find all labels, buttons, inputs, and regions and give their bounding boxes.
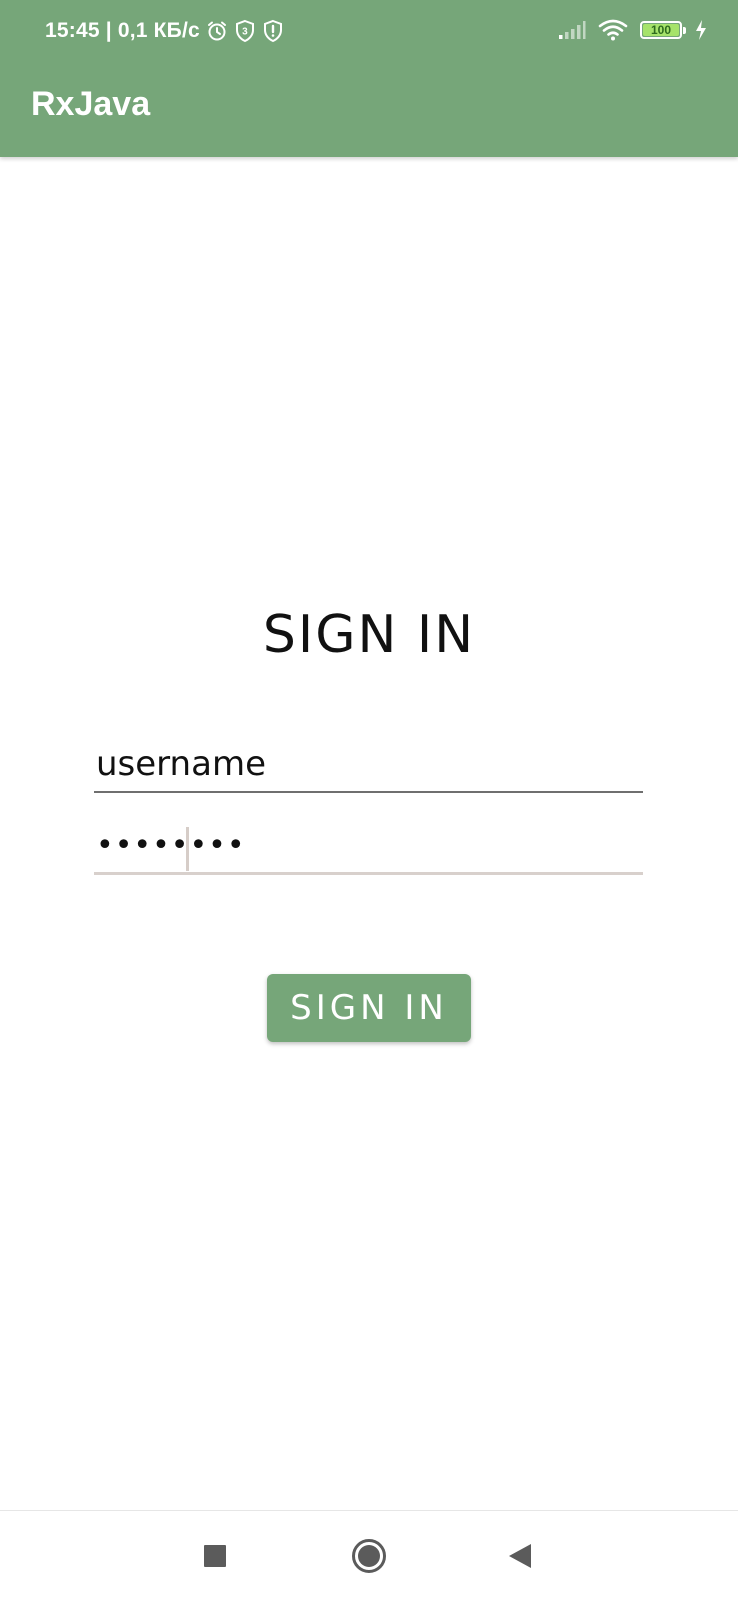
battery-icon: 100 bbox=[640, 21, 686, 39]
status-bar: 15:45 | 0,1 КБ/с 3 100 bbox=[0, 0, 738, 66]
back-icon bbox=[509, 1544, 531, 1568]
status-time: 15:45 bbox=[45, 19, 100, 42]
sign-in-heading: SIGN IN bbox=[262, 605, 476, 665]
content-area: SIGN IN SIGN IN bbox=[0, 157, 738, 1510]
username-input[interactable] bbox=[94, 737, 643, 793]
status-right: 100 bbox=[558, 19, 708, 41]
back-button[interactable] bbox=[492, 1528, 548, 1584]
shield-alert-icon bbox=[262, 19, 284, 43]
status-left: 15:45 | 0,1 КБ/с 3 bbox=[45, 19, 284, 43]
svg-text:3: 3 bbox=[242, 27, 248, 38]
app-title: RxJava bbox=[31, 85, 151, 123]
home-button[interactable] bbox=[341, 1528, 397, 1584]
text-cursor bbox=[186, 827, 189, 871]
home-icon bbox=[352, 1539, 386, 1573]
wifi-icon bbox=[598, 19, 628, 41]
recents-button[interactable] bbox=[187, 1528, 243, 1584]
navigation-bar bbox=[0, 1510, 738, 1600]
sign-in-button[interactable]: SIGN IN bbox=[267, 974, 471, 1042]
signal-icon bbox=[558, 20, 586, 40]
password-input[interactable] bbox=[94, 819, 643, 875]
recents-icon bbox=[204, 1545, 226, 1567]
alarm-icon bbox=[206, 20, 228, 42]
battery-level: 100 bbox=[650, 23, 672, 37]
network-speed: | 0,1 КБ/с bbox=[105, 19, 200, 42]
charging-icon bbox=[694, 19, 708, 41]
shield-3-icon: 3 bbox=[234, 19, 256, 43]
sign-in-screen: 15:45 | 0,1 КБ/с 3 100 RxJava SIGN IN us… bbox=[0, 0, 738, 1600]
top-bar: 15:45 | 0,1 КБ/с 3 100 RxJava bbox=[0, 0, 738, 157]
